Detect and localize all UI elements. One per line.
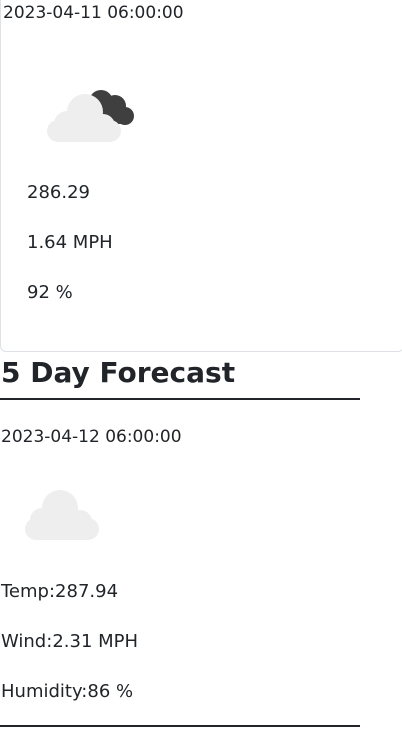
current-temp: 286.29: [27, 182, 90, 203]
heading-divider: [0, 398, 360, 400]
forecast-heading: 5 Day Forecast: [1, 356, 236, 389]
forecast-divider: [0, 725, 360, 727]
forecast-wind-value: 2.31 MPH: [52, 631, 139, 652]
forecast-wind-label: Wind:: [1, 631, 53, 652]
forecast-date: 2023-04-12 06:00:00: [1, 427, 182, 447]
forecast-humidity: Humidity:86 %: [1, 681, 133, 703]
current-date: 2023-04-11 06:00:00: [3, 3, 184, 23]
cloud-icon: [25, 490, 99, 540]
forecast-temp-label: Temp:: [1, 581, 56, 602]
forecast-humidity-label: Humidity:: [1, 681, 88, 702]
current-humidity: 92 %: [27, 282, 73, 303]
forecast-wind: Wind:2.31 MPH: [1, 631, 138, 653]
forecast-temp: Temp:287.94: [1, 581, 118, 603]
forecast-humidity-value: 86 %: [87, 681, 134, 702]
broken-clouds-icon: [47, 90, 134, 142]
current-wind: 1.64 MPH: [27, 232, 113, 253]
forecast-temp-value: 287.94: [55, 581, 119, 602]
current-weather-card: 2023-04-11 06:00:00 286.29 1.64 MPH 92 %: [0, 0, 402, 352]
